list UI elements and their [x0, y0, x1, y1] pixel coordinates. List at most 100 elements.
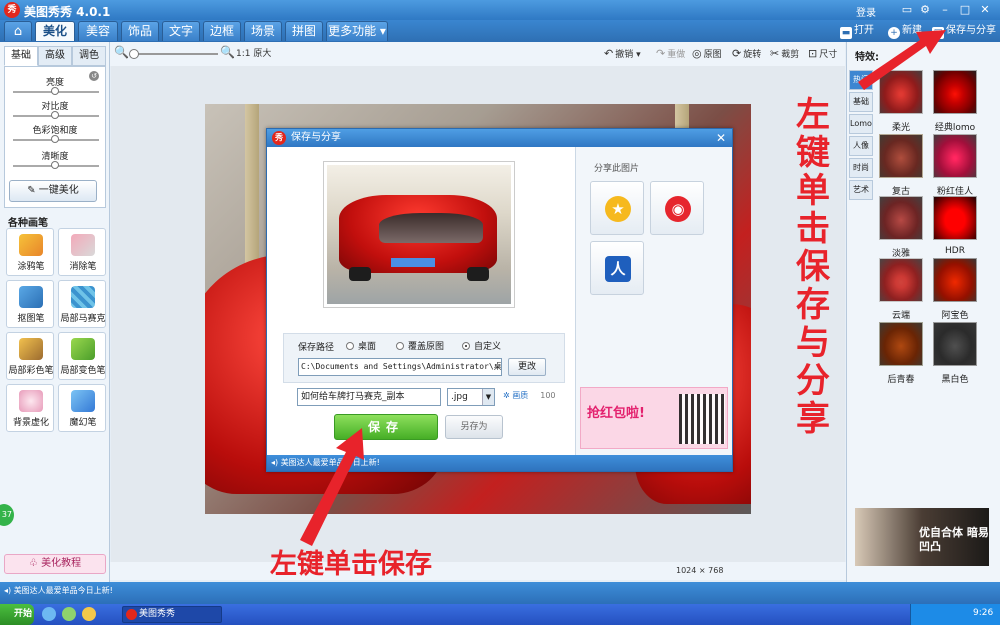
effect-thumb[interactable] — [879, 134, 923, 178]
tab-beauty[interactable]: 美容 — [78, 21, 118, 41]
effect-thumb[interactable] — [879, 258, 923, 302]
save-share-button[interactable]: ▣ 保存与分享 — [932, 24, 996, 39]
effects-label: 特效: — [855, 52, 879, 63]
new-label: 新建 — [902, 25, 922, 36]
vtab-lomo[interactable]: Lomo — [849, 114, 873, 134]
crop-label: 裁剪 — [781, 50, 800, 60]
redo-button[interactable]: ↷ 重做 — [656, 47, 685, 61]
brush-mosaic[interactable]: 局部马赛克 — [58, 280, 106, 328]
zoom-out-icon[interactable]: 🔍 — [114, 45, 129, 59]
settings-icon[interactable]: ⚙ — [918, 3, 932, 17]
share-column: 分享此图片 ★ ◉ 人 抢红包啦! — [575, 147, 732, 455]
save-path-input[interactable]: C:\Documents and Settings\Administrator\… — [298, 358, 502, 376]
zoom-slider[interactable] — [130, 53, 218, 55]
resize-button[interactable]: ⊡ 尺寸 — [808, 47, 837, 61]
subtab-advanced[interactable]: 高级 — [38, 46, 72, 66]
effect-thumb[interactable] — [879, 196, 923, 240]
brush-local-color[interactable]: 局部彩色笔 — [6, 332, 54, 380]
share-weibo-button[interactable]: ◉ — [650, 181, 704, 235]
filename-input[interactable]: 如何给车牌打马赛克_副本 — [297, 388, 441, 406]
effect-thumb[interactable] — [879, 70, 923, 114]
crop-button[interactable]: ✂ 裁剪 — [770, 47, 799, 61]
brush-doodle[interactable]: 涂鸦笔 — [6, 228, 54, 276]
share-qzone-button[interactable]: ★ — [590, 181, 644, 235]
browser-icon[interactable] — [62, 607, 76, 621]
vtab-fashion[interactable]: 时尚 — [849, 158, 873, 178]
car-tire — [349, 267, 371, 281]
radio-overwrite[interactable]: 覆盖原图 — [396, 339, 444, 352]
brush-blur-bg[interactable]: 背景虚化 — [6, 384, 54, 432]
dialog-close-icon[interactable]: ✕ — [714, 131, 728, 145]
share-renren-button[interactable]: 人 — [590, 241, 644, 295]
tab-frames[interactable]: 边框 — [203, 21, 241, 41]
start-button[interactable]: 开始 — [0, 604, 34, 625]
tutorial-button[interactable]: ♧ 美化教程 — [4, 554, 106, 574]
brightness-handle[interactable] — [51, 87, 59, 95]
quality-setting[interactable]: ✲ 画质 100 — [503, 390, 556, 401]
save-path-label: 保存路径 — [298, 343, 335, 353]
effect-thumb[interactable] — [933, 322, 977, 366]
vtab-basic[interactable]: 基础 — [849, 92, 873, 112]
home-tab[interactable]: ⌂ — [4, 21, 32, 41]
undo-button[interactable]: ↶ 撤销 ▾ — [604, 47, 641, 61]
vtab-art[interactable]: 艺术 — [849, 180, 873, 200]
radio-custom[interactable]: 自定义 — [462, 339, 501, 352]
saturation-handle[interactable] — [51, 135, 59, 143]
sharpness-handle[interactable] — [51, 161, 59, 169]
ie-icon[interactable] — [42, 607, 56, 621]
save-as-button[interactable]: 另存为 — [445, 415, 503, 439]
chat-icon[interactable]: ▭ — [900, 3, 914, 17]
effect-thumb[interactable] — [933, 258, 977, 302]
save-button[interactable]: 保存 — [334, 414, 438, 440]
rotate-button[interactable]: ⟳ 旋转 — [732, 47, 761, 61]
subtab-tone[interactable]: 调色 — [72, 46, 106, 66]
effect-thumb[interactable] — [933, 196, 977, 240]
toolbar: 🔍 🔍 1:1 原大 ↶ 撤销 ▾ ↷ 重做 ◎ 原图 ⟳ 旋转 ✂ 裁剪 ⊡ 尺寸 — [110, 42, 845, 66]
minimize-icon[interactable]: – — [938, 3, 952, 17]
share-title: 分享此图片 — [594, 164, 640, 174]
effect-thumb[interactable] — [933, 134, 977, 178]
radio-custom-label: 自定义 — [474, 342, 502, 352]
maximize-icon[interactable]: □ — [958, 3, 972, 17]
zoom-in-icon[interactable]: 🔍 — [220, 45, 235, 59]
app-title: 美图秀秀 4.0.1 — [24, 5, 111, 19]
open-button[interactable]: ▬ 打开 — [840, 24, 874, 39]
taskbar-app-meitu[interactable]: 美图秀秀 — [122, 606, 222, 623]
dialog-status-bar[interactable]: ◂) 美图达人最爱单品今日上新! — [267, 455, 732, 471]
tab-collage[interactable]: 拼图 — [285, 21, 323, 41]
contrast-handle[interactable] — [51, 111, 59, 119]
tab-text[interactable]: 文字 — [162, 21, 200, 41]
system-tray: 9:26 — [910, 604, 1000, 625]
tab-decorations[interactable]: 饰品 — [121, 21, 159, 41]
brush-mosaic-label: 局部马赛克 — [60, 314, 106, 324]
status-text[interactable]: ◂) 美图达人最爱单品今日上新! — [4, 585, 113, 596]
change-path-button[interactable]: 更改 — [508, 358, 546, 376]
one-key-beautify-button[interactable]: ✎ 一键美化 — [9, 180, 97, 202]
zoom-slider-handle[interactable] — [129, 49, 139, 59]
brush-eraser[interactable]: 消除笔 — [58, 228, 106, 276]
brush-magic[interactable]: 魔幻笔 — [58, 384, 106, 432]
brush-cutout[interactable]: 抠图笔 — [6, 280, 54, 328]
vtab-hot[interactable]: 热门 — [849, 70, 873, 90]
original-button[interactable]: ◎ 原图 — [692, 47, 722, 61]
effect-thumb[interactable] — [933, 70, 977, 114]
tab-scenes[interactable]: 场景 — [244, 21, 282, 41]
vtab-portrait[interactable]: 人像 — [849, 136, 873, 156]
subtab-basic[interactable]: 基础 — [4, 46, 38, 66]
radio-desktop[interactable]: 桌面 — [346, 339, 376, 352]
quicklaunch-icon[interactable] — [82, 607, 96, 621]
new-button[interactable]: + 新建 — [888, 24, 922, 39]
actual-size-button[interactable]: 1:1 原大 — [236, 47, 271, 61]
brush-local-color-label: 局部彩色笔 — [8, 366, 54, 376]
brush-recolor[interactable]: 局部变色笔 — [58, 332, 106, 380]
effect-thumb[interactable] — [879, 322, 923, 366]
login-link[interactable]: 登录 — [856, 4, 876, 19]
close-icon[interactable]: ✕ — [978, 3, 992, 17]
tab-more-features[interactable]: 更多功能 ▾ — [326, 21, 388, 41]
notification-bubble[interactable]: 37 — [0, 504, 14, 526]
gear-icon: ✲ — [503, 391, 513, 400]
ad-banner[interactable]: 优自合体 暗易凹凸 — [855, 508, 989, 566]
extension-select[interactable]: .jpg ▼ — [447, 388, 495, 406]
tab-beautify[interactable]: 美化 — [35, 21, 75, 41]
promo-banner[interactable]: 抢红包啦! — [580, 387, 728, 449]
